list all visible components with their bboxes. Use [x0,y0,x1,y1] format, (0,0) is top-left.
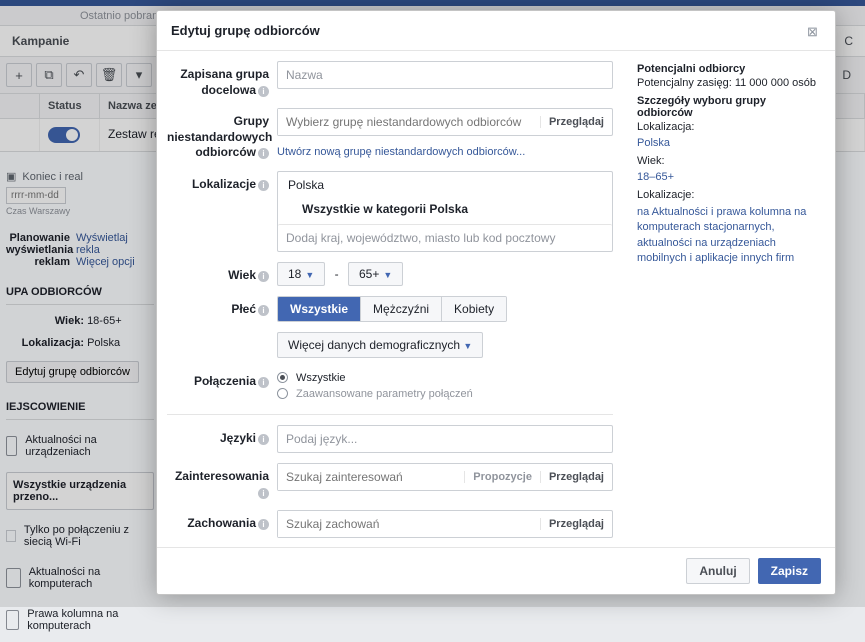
location-subcategory[interactable]: Wszystkie w kategorii Polska [278,198,612,224]
saved-audience-input[interactable] [277,61,613,89]
side-placements-v: na Aktualności i prawa kolumna na komput… [637,205,819,267]
interests-label: Zainteresowania [175,469,269,483]
gender-all[interactable]: Wszystkie [278,297,361,321]
languages-input[interactable] [277,425,613,453]
info-icon[interactable]: i [258,148,269,159]
connections-advanced-radio[interactable] [277,388,288,399]
interests-browse[interactable]: Przeglądaj [540,471,612,483]
connections-label: Połączenia [194,374,256,388]
side-loc-v: Polska [637,137,819,149]
side-age-k: Wiek: [637,155,819,167]
info-icon[interactable]: i [258,305,269,316]
info-icon[interactable]: i [258,519,269,530]
custom-label: Grupy niestandardowych odbiorców [167,114,272,159]
info-icon[interactable]: i [258,377,269,388]
custom-audience-input[interactable] [278,109,540,135]
info-icon[interactable]: i [258,180,269,191]
close-icon[interactable]: ⊠ [807,24,821,38]
browse-link[interactable]: Przeglądaj [540,116,612,128]
cancel-button[interactable]: Anuluj [686,558,749,584]
info-icon[interactable]: i [258,271,269,282]
locations-label: Lokalizacje [192,177,256,191]
connections-all-label: Wszystkie [296,372,346,384]
edit-audience-modal: Edytuj grupę odbiorców ⊠ Zapisana grupa … [156,10,836,595]
placement-right-column[interactable]: Prawa kolumna na komputerach [6,604,154,636]
create-custom-link[interactable]: Utwórz nową grupę niestandardowych odbio… [277,146,525,158]
gender-label: Płeć [231,302,256,316]
potential-audience-hdr: Potencjalni odbiorcy [637,63,819,75]
age-from-select[interactable]: 18▼ [277,262,325,286]
save-button[interactable]: Zapisz [758,558,821,584]
side-loc-k: Lokalizacja: [637,121,819,133]
gender-men[interactable]: Mężczyźni [361,297,442,321]
interests-input[interactable] [278,464,464,490]
details-hdr: Szczegóły wyboru grupy odbiorców [637,95,819,119]
info-icon[interactable]: i [258,434,269,445]
behaviors-input[interactable] [278,511,540,537]
behaviors-browse[interactable]: Przeglądaj [540,518,612,530]
info-icon[interactable]: i [258,488,269,499]
age-to-select[interactable]: 65+▼ [348,262,403,286]
modal-title: Edytuj grupę odbiorców [171,23,320,38]
side-placements-k: Lokalizacje: [637,189,819,201]
behaviors-label: Zachowania [187,516,256,530]
connections-advanced-label: Zaawansowane parametry połączeń [296,388,473,400]
age-label: Wiek [228,268,256,282]
saved-label: Zapisana grupa docelowa [180,67,269,97]
gender-women[interactable]: Kobiety [442,297,506,321]
location-input[interactable] [278,224,612,251]
potential-reach: Potencjalny zasięg: 11 000 000 osób [637,77,819,89]
side-age-v: 18–65+ [637,171,819,183]
location-tag[interactable]: Polska [278,172,612,198]
interests-suggestions[interactable]: Propozycje [464,471,540,483]
more-demographics-select[interactable]: Więcej danych demograficznych ▼ [277,332,483,358]
languages-label: Języki [220,431,256,445]
info-icon[interactable]: i [258,86,269,97]
connections-all-radio[interactable] [277,372,288,383]
